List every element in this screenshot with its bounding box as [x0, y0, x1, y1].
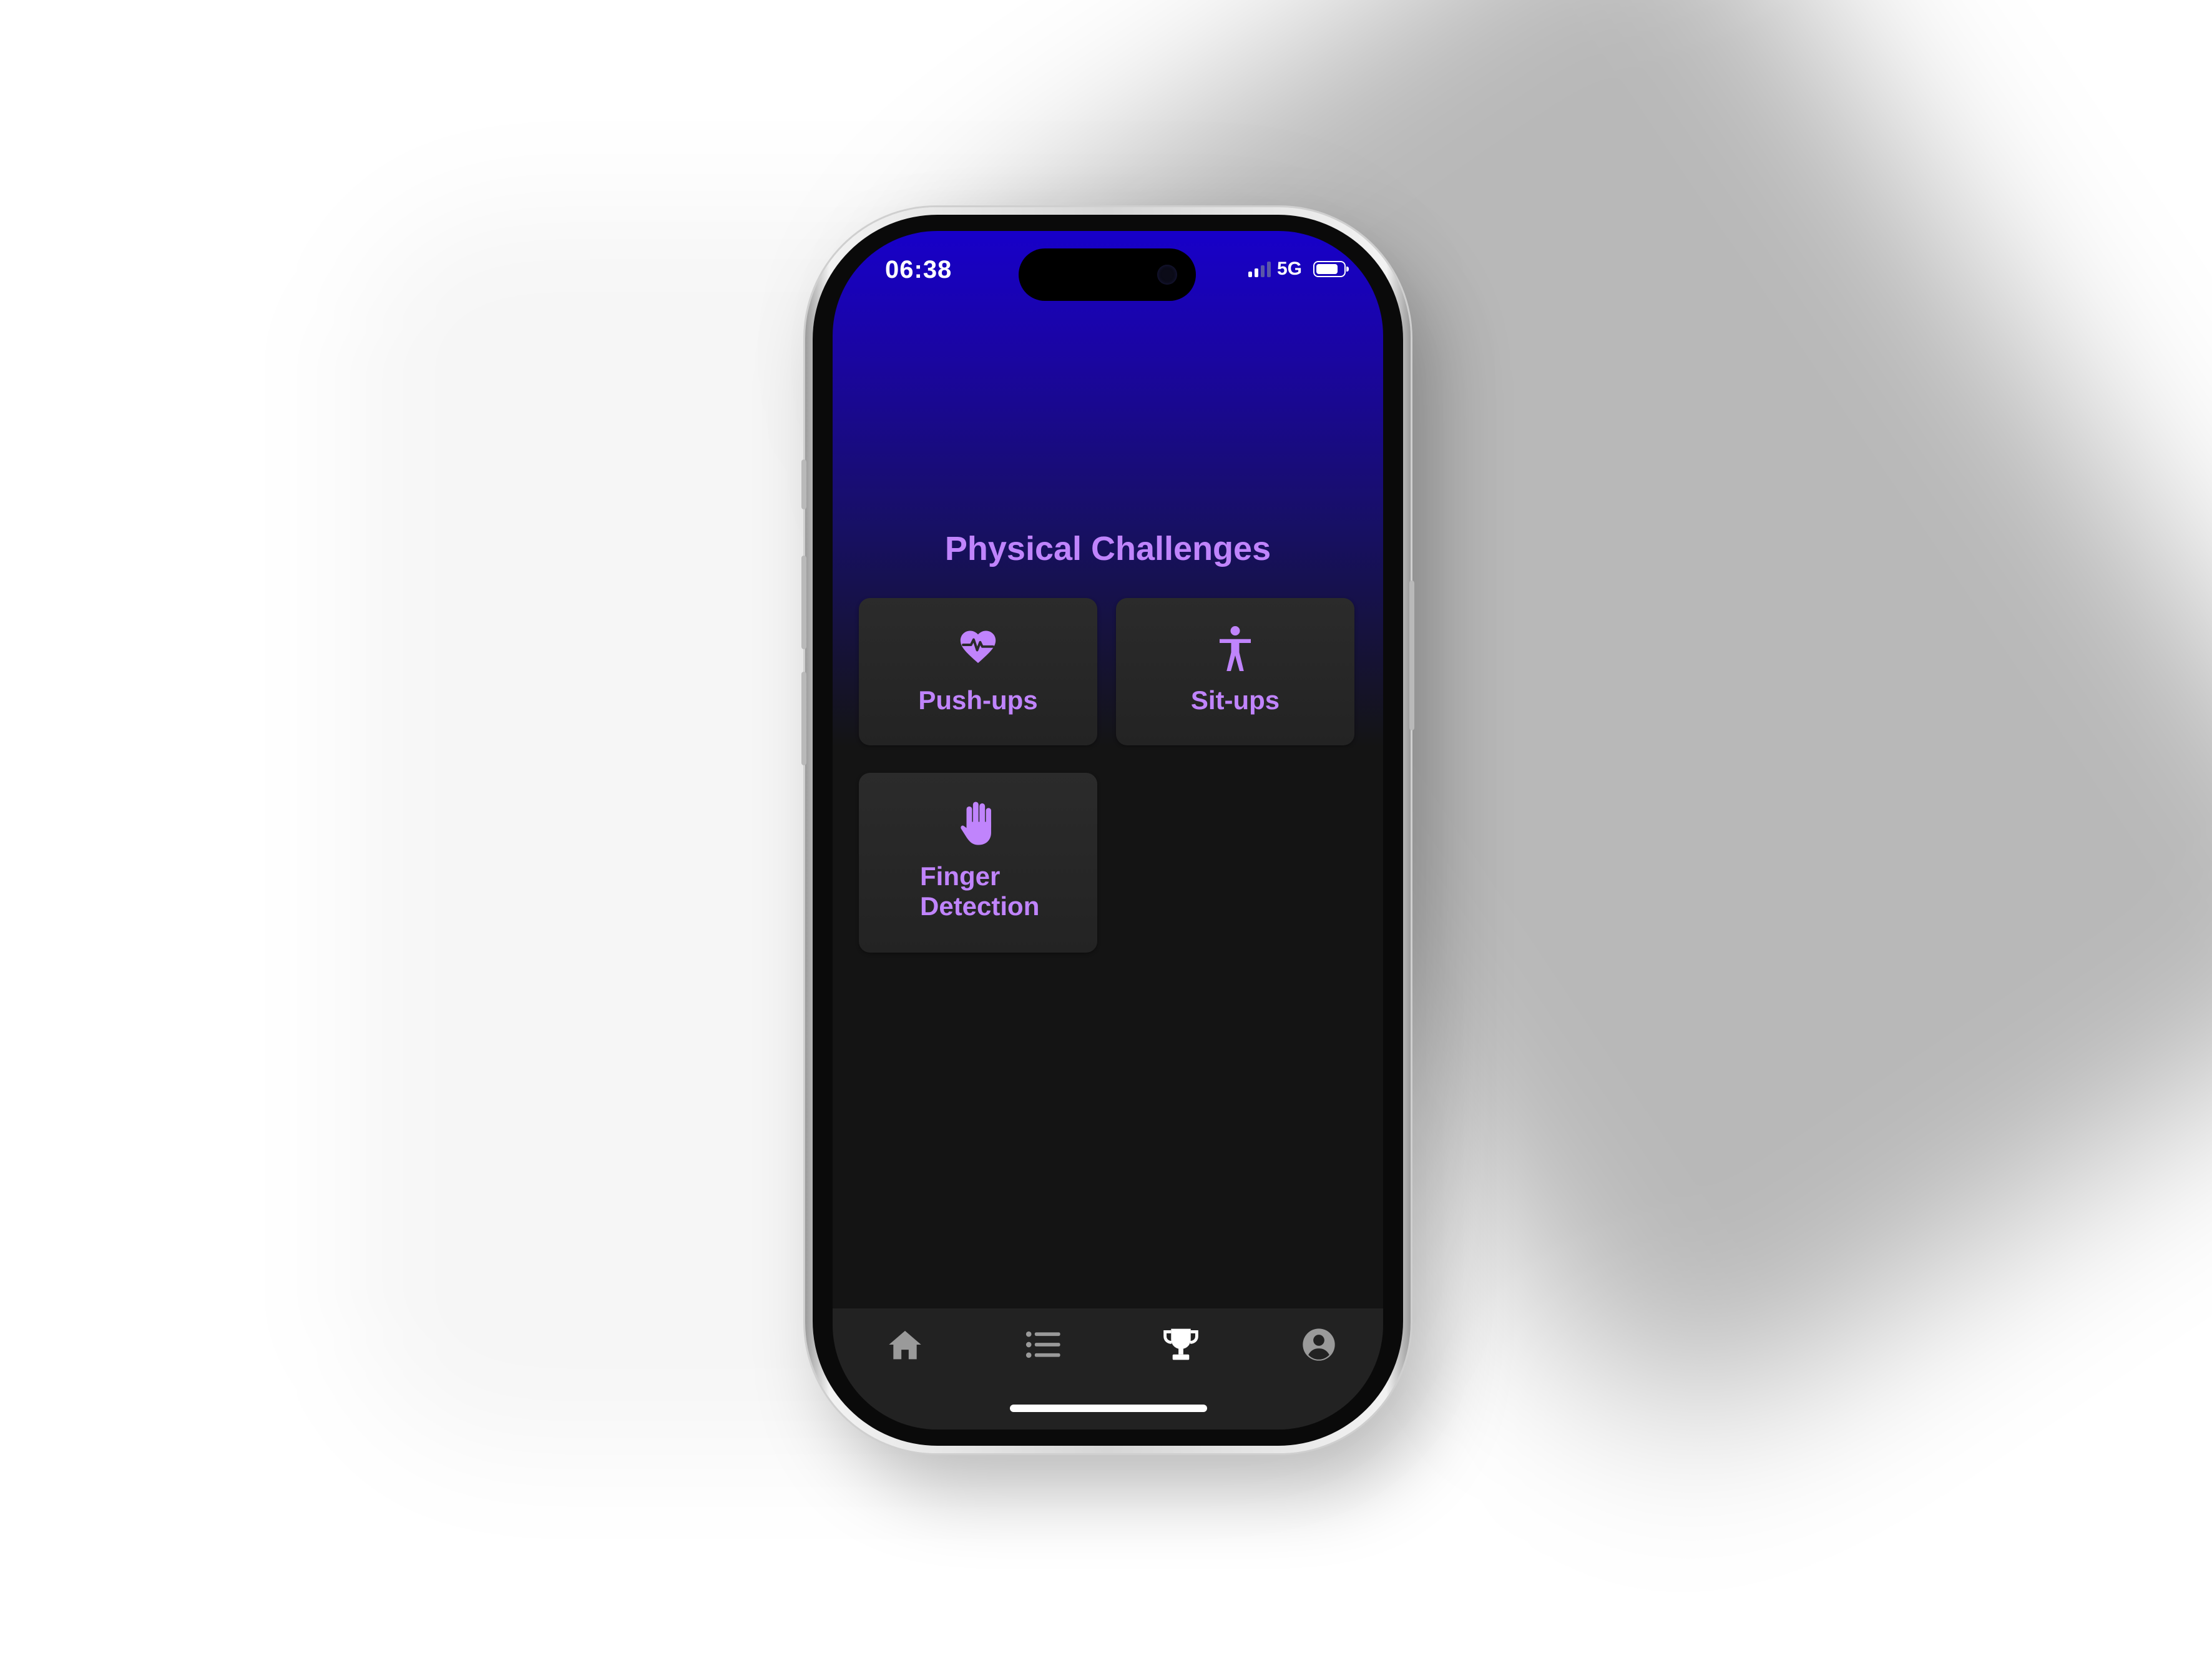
profile-icon [1303, 1328, 1335, 1361]
challenge-card-sit-ups[interactable]: Sit-ups [1116, 598, 1354, 745]
tab-profile[interactable] [1294, 1320, 1344, 1370]
trophy-icon [1163, 1328, 1198, 1360]
network-label: 5G [1276, 258, 1302, 279]
tab-list[interactable] [1018, 1320, 1068, 1370]
page-title: Physical Challenges [944, 530, 1271, 567]
front-camera-icon [1157, 265, 1177, 285]
home-indicator[interactable] [1010, 1405, 1207, 1412]
raised-hand-icon [961, 802, 991, 845]
challenge-card-finger-detection[interactable]: Finger Detection [859, 773, 1097, 953]
app-screen: 06:38 5G Physical Challenges Push-ups Si… [833, 231, 1383, 1430]
side-button-power [1409, 581, 1414, 730]
side-button-volume-down [801, 672, 806, 765]
side-button-action [801, 459, 806, 509]
person-figure-icon [1220, 626, 1251, 671]
card-label: Sit-ups [1190, 685, 1280, 715]
tab-challenges[interactable] [1156, 1320, 1206, 1370]
home-icon [889, 1330, 921, 1360]
card-label: Push-ups [918, 685, 1038, 715]
list-icon [1025, 1331, 1060, 1358]
heart-pulse-icon [960, 630, 996, 664]
card-label: Finger Detection [920, 861, 1040, 921]
battery-icon [1313, 261, 1349, 277]
side-button-volume-up [801, 556, 806, 649]
dynamic-island [1019, 248, 1196, 301]
status-time: 06:38 [885, 256, 952, 283]
status-indicators: 5G [1248, 258, 1349, 280]
signal-bars-icon [1248, 261, 1271, 277]
challenge-card-push-ups[interactable]: Push-ups [859, 598, 1097, 745]
tab-home[interactable] [880, 1320, 930, 1370]
